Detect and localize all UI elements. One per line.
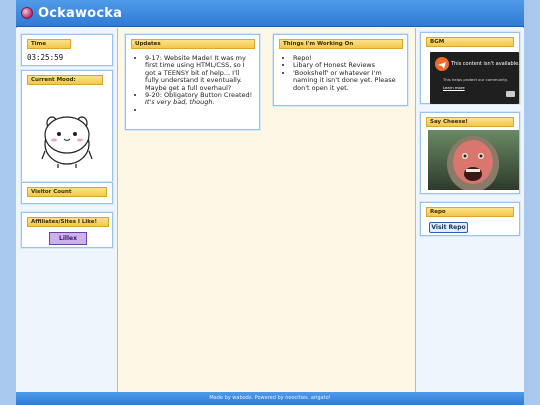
updates-list: 9-17: Website Made! It was my first time… [137, 54, 255, 114]
updates-box: Updates 9-17: Website Made! It was my fi… [125, 34, 260, 130]
update-item: 9-20: Obligatory Button Created! It's ve… [145, 91, 255, 107]
bgm-title: BGM [426, 37, 514, 47]
cheese-title: Say Cheese! [426, 117, 514, 127]
mood-title: Current Mood: [27, 75, 103, 85]
update-item: 9-17: Website Made! It was my first time… [145, 54, 255, 92]
time-value: 03:25:59 [27, 53, 64, 62]
time-title: Time [27, 39, 71, 49]
working-title: Things I'm Working On [279, 39, 403, 49]
update-item [145, 107, 255, 114]
bgm-subtext: This helps protect our community. [443, 77, 508, 82]
repo-box: Repo Visit Repo [420, 202, 520, 236]
youtube-icon[interactable] [506, 91, 515, 97]
affiliate-badge[interactable]: Lillex [49, 232, 87, 245]
updates-title: Updates [131, 39, 255, 49]
affiliates-box: Affiliates/Sites I Like! Lillex [21, 212, 113, 248]
mood-character-icon [41, 116, 93, 168]
site-header: Ockawocka [16, 0, 524, 27]
working-box: Things I'm Working On Repo! Libary of Ho… [273, 34, 408, 106]
working-item: 'Bookshelf' or whatever I'm naming it is… [293, 69, 403, 92]
bgm-learn-more-link[interactable]: Learn more [443, 85, 465, 90]
visitor-title: Visitor Count [27, 187, 107, 197]
left-column: Time 03:25:59 Current Mood: Visitor Coun… [16, 28, 118, 392]
logo-icon [21, 7, 33, 19]
bgm-box: BGM This content isn't available. This h… [420, 32, 520, 104]
visit-repo-button[interactable]: Visit Repo [429, 222, 468, 233]
affiliates-title: Affiliates/Sites I Like! [27, 217, 109, 227]
repo-title: Repo [426, 207, 514, 217]
site-title: Ockawocka [38, 5, 123, 21]
right-column: BGM This content isn't available. This h… [416, 28, 524, 392]
bgm-headline: This content isn't available. [451, 61, 520, 67]
telegram-icon [435, 57, 449, 71]
main-column: Updates 9-17: Website Made! It was my fi… [118, 28, 416, 392]
bgm-embed[interactable]: This content isn't available. This helps… [430, 52, 520, 104]
visitor-box: Visitor Count [21, 182, 113, 204]
time-box: Time 03:25:59 [21, 34, 113, 66]
cheese-box: Say Cheese! [420, 112, 520, 194]
site-footer: Made by wabods. Powered by neocities. ar… [16, 392, 524, 405]
monkey-photo [428, 130, 519, 190]
working-list: Repo! Libary of Honest Reviews 'Bookshel… [285, 54, 403, 92]
